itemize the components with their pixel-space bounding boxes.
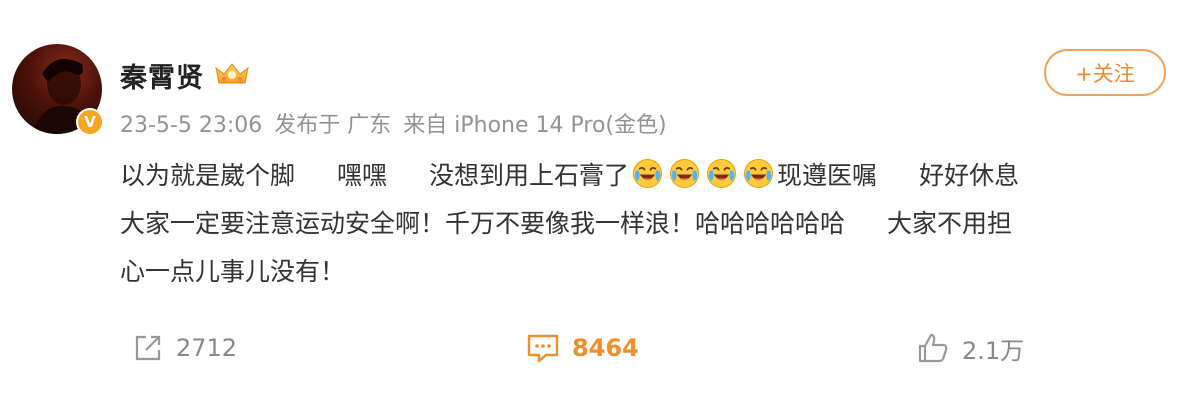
laugh-cry-emoji	[670, 158, 700, 189]
laugh-cry-emoji	[744, 158, 774, 189]
share-icon	[135, 335, 161, 361]
content-text: 没想到用上石膏了	[429, 161, 630, 190]
content-text: 大家一定要注意运动安全啊！千万不要像我一样浪！哈哈哈哈哈哈	[120, 209, 846, 238]
content-text: 现遵医嘱	[777, 161, 878, 190]
repost-count: 2712	[176, 334, 238, 362]
follow-button[interactable]: +关注	[1044, 49, 1166, 96]
thumbs-up-icon	[918, 333, 948, 363]
like-count: 2.1万	[962, 336, 1025, 365]
post-meta: 23-5-5 23:06 发布于 广东 来自 iPhone 14 Pro(金色)	[120, 107, 679, 139]
emoji-group	[629, 158, 777, 190]
comment-icon	[527, 334, 559, 363]
comment-count: 8464	[572, 334, 639, 362]
vip-crown-icon	[215, 63, 249, 84]
content-line-2: 大家一定要注意运动安全啊！千万不要像我一样浪！哈哈哈哈哈哈 大家不用担	[120, 200, 1180, 248]
verified-badge: V	[76, 108, 104, 136]
author-name[interactable]: 秦霄贤	[120, 56, 204, 95]
post-source: 来自 iPhone 14 Pro(金色)	[403, 113, 667, 138]
action-bar: 2712 8464 2.1万	[0, 328, 1200, 368]
post-content: 以为就是崴个脚 嘿嘿 没想到用上石膏了 现遵医嘱 好好休息 大家一定要注意运动安全啊！千…	[120, 152, 1180, 296]
content-text: 好好休息	[919, 161, 1020, 190]
content-line-3: 心一点儿事儿没有！	[120, 257, 346, 286]
comment-button[interactable]: 8464	[526, 328, 639, 368]
content-text: 嘿嘿	[337, 161, 388, 190]
repost-button[interactable]: 2712	[132, 328, 237, 368]
weibo-post-card: V 秦霄贤 23-5-5 23:06 发布于 广东 来自 iPhone 14 Pro…	[0, 0, 1200, 403]
avatar[interactable]: V	[12, 44, 104, 136]
verified-v-icon: V	[78, 110, 102, 134]
post-location: 发布于 广东	[274, 113, 392, 138]
laugh-cry-emoji	[707, 158, 737, 189]
like-button[interactable]: 2.1万	[916, 328, 1024, 368]
post-datetime[interactable]: 23-5-5 23:06	[120, 113, 262, 138]
content-text: 大家不用担	[887, 209, 1013, 238]
content-line-1: 以为就是崴个脚 嘿嘿 没想到用上石膏了 现遵医嘱 好好休息	[120, 152, 1180, 200]
laugh-cry-emoji	[633, 158, 663, 189]
content-text: 以为就是崴个脚	[120, 161, 296, 190]
